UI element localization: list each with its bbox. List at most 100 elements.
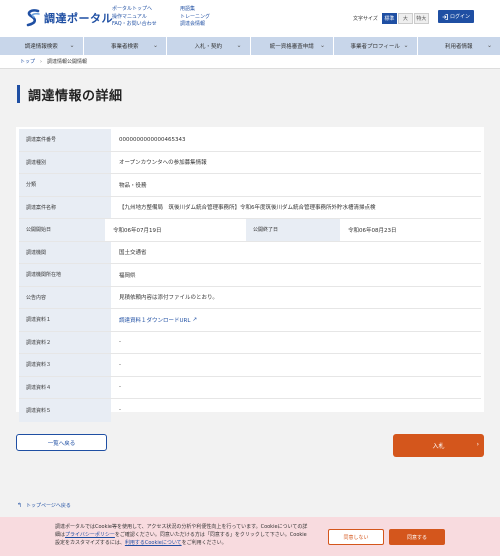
back-to-top-label: トップページへ戻る [26,503,71,509]
glossary-link[interactable]: 用語集 [180,6,210,14]
table-row: 公告内容 見積依頼内容は添付ファイルのとおり。 [19,286,481,309]
nav-item-business-profile[interactable]: 事業者プロフィール ⌄ [334,37,418,55]
table-row: 公開開始日 令和06年07月19日 公開終了日 令和06年08月23日 [19,219,481,242]
row-label: 調達案件名称 [19,196,111,218]
table-row: 調達案件名称 【九州地方整備局 筑後川ダム統合管理事務所】令和6年度筑後川ダム統… [19,196,481,219]
document-2-value: - [119,339,121,346]
chevron-down-icon: ⌄ [319,42,325,49]
font-size-large-button[interactable]: 大 [397,13,413,24]
cookie-agree-button[interactable]: 同意する [389,529,445,545]
bid-button-label: 入札 [432,443,445,450]
cookie-line-2: 細はプライバシーポリシーをご確認ください。同意いただける方は「同意する」をクリッ… [55,531,315,539]
nav-item-user-info[interactable]: 利用者情報 ⌄ [418,37,500,55]
chevron-down-icon: ⌄ [69,42,75,49]
row-label: 調達資料２ [19,331,111,353]
breadcrumb: トップ › 調達情報公開情報 [0,55,500,69]
cookie-line-1: 調達ポータルではCookie等を使用して、アクセス状況の分析や利便性向上を行って… [55,524,308,530]
table-row: 調達資料１ 調達資料１ダウンロードURL ↗ [19,309,481,332]
cookie-message: 調達ポータルではCookie等を使用して、アクセス状況の分析や利便性向上を行って… [55,523,315,547]
back-to-top-link[interactable]: ↰ トップページへ戻る [17,502,71,509]
nav-item-qualification[interactable]: 統一資格審査申請 ⌄ [251,37,334,55]
organization-value: 国土交通省 [119,250,147,257]
bid-button[interactable]: 入札 › [393,434,484,457]
font-size-label: 文字サイズ [353,16,378,22]
table-row: 調達資料３ - [19,354,481,377]
nav-item-procurement-search[interactable]: 調達情報検索 ⌄ [0,37,84,55]
table-row: 調達種別 オープンカウンタへの参加募集情報 [19,151,481,174]
case-name-value: 【九州地方整備局 筑後川ダム統合管理事務所】令和6年度筑後川ダム統合管理事務所外… [119,205,376,212]
chevron-down-icon: ⌄ [403,42,409,49]
global-nav: 調達情報検索 ⌄ 事業者検索 ⌄ 入札・契約 ⌄ 統一資格審査申請 ⌄ 事業者プ… [0,37,500,55]
external-link-icon: ↗ [192,316,198,323]
location-value: 福岡県 [119,272,136,279]
faq-link[interactable]: FAQ・お問い合わせ [112,21,157,29]
cookie-text-segment: をご確認ください。同意いただける方は「同意する」をクリックして下さい。Cooki… [114,532,307,538]
table-row: 調達機関 国土交通省 [19,241,481,264]
table-row: 調達資料５ - [19,399,481,422]
chevron-down-icon: ⌄ [236,42,242,49]
date-split: 令和06年07月19日 公開終了日 令和06年08月23日 [105,219,481,241]
row-label: 調達案件番号 [19,129,111,151]
nav-item-label: 調達情報検索 [24,44,58,50]
notice-value: 見積依頼内容は添付ファイルのとおり。 [119,295,218,302]
site-header: 調達ポータル ポータルトップへ 操作マニュアル FAQ・お問い合わせ 用語集 ト… [0,0,500,37]
chevron-right-icon: › [476,441,479,448]
case-number-value: 0000000000000465343 [119,136,186,143]
login-button[interactable]: ログイン [438,10,474,23]
site-logo[interactable]: 調達ポータル [25,8,113,28]
row-label: 公開終了日 [246,219,340,241]
font-size-standard-button[interactable]: 標準 [381,13,397,24]
table-row: 調達資料２ - [19,331,481,354]
header-links-secondary: 用語集 トレーニング 調達会情報 [180,6,210,29]
document-5-value: - [119,407,121,414]
table-row: 調達資料４ - [19,376,481,399]
header-links-primary: ポータルトップへ 操作マニュアル FAQ・お問い合わせ [112,6,157,29]
portal-top-link[interactable]: ポータルトップへ [112,6,157,14]
nav-item-label: 入札・契約 [194,44,222,50]
manual-link[interactable]: 操作マニュアル [112,14,157,22]
chevron-down-icon: ⌄ [486,42,492,49]
cookie-text-segment: をご利用ください。 [181,540,227,546]
row-label: 公告内容 [19,286,111,308]
cookie-decline-button[interactable]: 同意しない [328,529,384,545]
cookie-banner: 調達ポータルではCookie等を使用して、アクセス状況の分析や利便性向上を行って… [0,517,500,556]
row-label: 公開開始日 [19,219,105,241]
table-row: 調達案件番号 0000000000000465343 [19,129,481,152]
chevron-right-icon: › [40,58,43,65]
document-1-download-link[interactable]: 調達資料１ダウンロードURL [119,316,190,324]
nav-item-business-search[interactable]: 事業者検索 ⌄ [84,37,167,55]
training-link[interactable]: トレーニング [180,14,210,22]
page-title: 調達情報の詳細 [17,85,123,104]
detail-table: 調達案件番号 0000000000000465343 調達種別 オープンカウンタ… [16,127,484,422]
row-label: 調達資料５ [19,399,111,422]
login-icon [442,13,448,20]
table-row: 調達機関所在地 福岡県 [19,264,481,287]
cookie-line-3: 設定をカスタマイズするには、利用するCookieについてをご利用ください。 [55,539,315,547]
nav-item-label: 利用者情報 [444,44,473,50]
publish-end-value: 令和06年08月23日 [348,227,397,234]
breadcrumb-home-link[interactable]: トップ [20,58,35,65]
cookie-text-segment: 細は [55,532,66,538]
procurement-info-link[interactable]: 調達会情報 [180,21,210,29]
procurement-type-value: オープンカウンタへの参加募集情報 [119,160,207,167]
logo-text: 調達ポータル [44,12,113,25]
row-label: 調達種別 [19,151,111,173]
publish-start-value: 令和06年07月19日 [113,227,162,234]
document-4-value: - [119,384,121,391]
nav-item-bid-contract[interactable]: 入札・契約 ⌄ [167,37,251,55]
document-1-cell: 調達資料１ダウンロードURL ↗ [111,309,481,331]
logo-mark-icon [25,8,41,28]
return-arrow-icon: ↰ [17,502,23,509]
nav-item-label: 統一資格審査申請 [269,44,314,50]
privacy-policy-link[interactable]: プライバシーポリシー [65,532,115,538]
row-label: 調達資料４ [19,376,111,398]
row-label: 調達機関 [19,241,111,263]
back-to-list-button[interactable]: 一覧へ戻る [16,434,107,451]
cookie-text-segment: 設定をカスタマイズするには、 [55,540,125,546]
cookie-usage-link[interactable]: 利用するCookieについて [125,540,182,546]
chevron-down-icon: ⌄ [152,42,158,49]
login-label: ログイン [449,14,470,20]
font-size-xlarge-button[interactable]: 特大 [413,13,429,24]
font-size-switcher: 文字サイズ 標準 大 特大 [353,13,429,24]
breadcrumb-current: 調達情報公開情報 [47,59,88,65]
